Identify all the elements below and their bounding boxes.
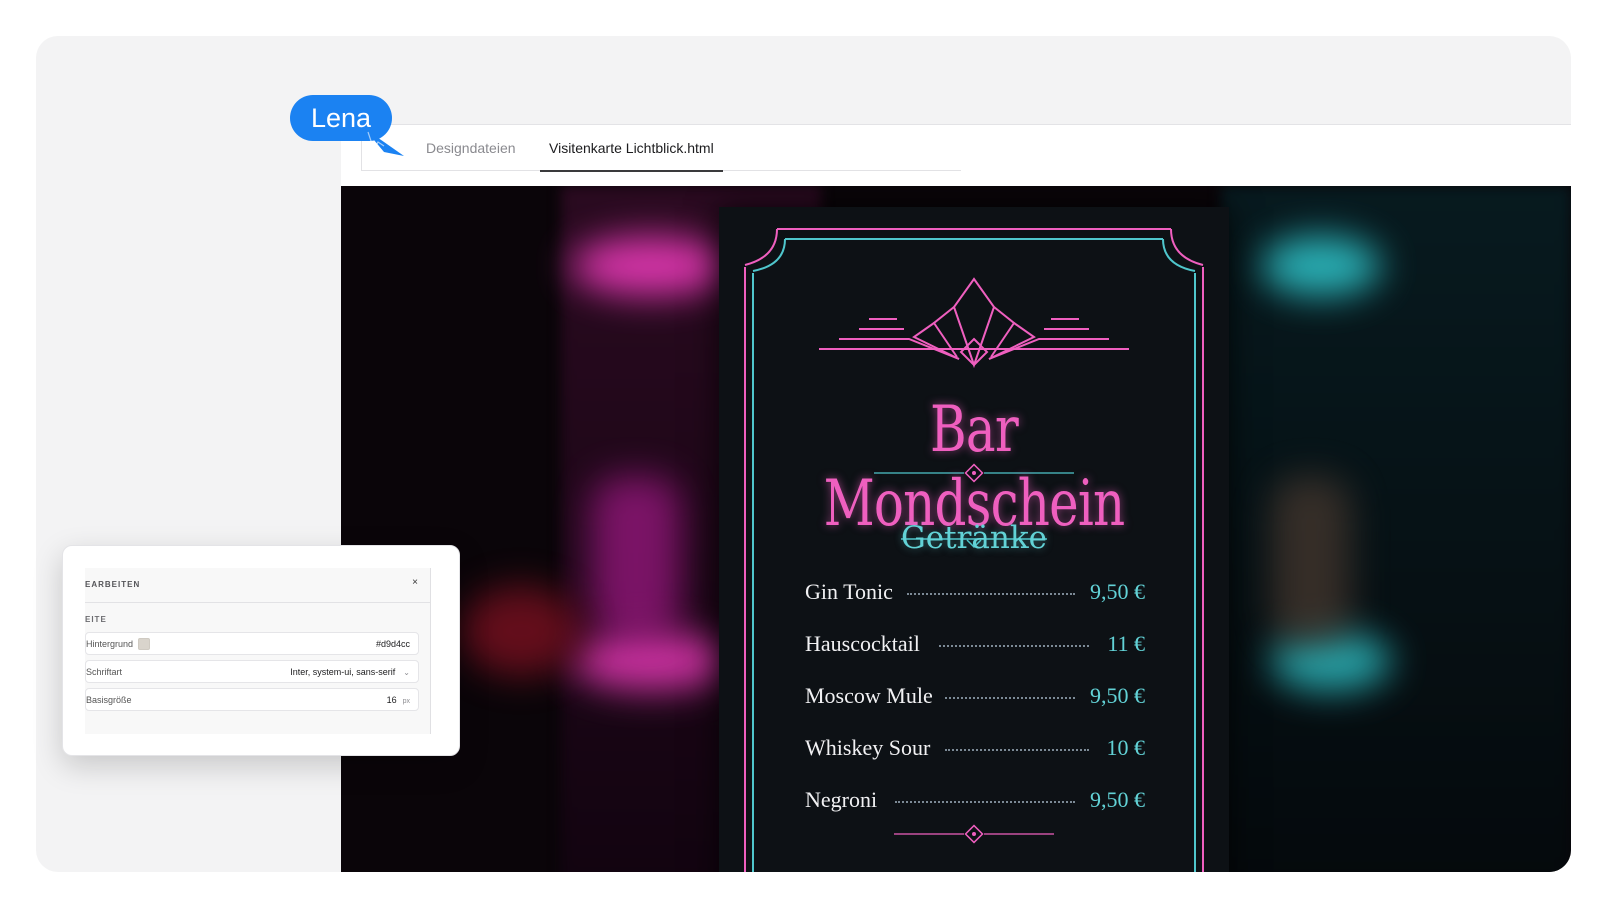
divider xyxy=(85,602,430,603)
font-select[interactable]: Inter, system-ui, sans-serif ⌄ xyxy=(290,667,410,677)
field-label: Schriftart xyxy=(86,667,123,677)
background-field[interactable]: Hintergrund #d9d4cc xyxy=(85,632,419,655)
menu-item-price: 10 € xyxy=(1106,735,1146,760)
menu-subtitle: Getränke xyxy=(901,520,1047,556)
menu-item-dots xyxy=(895,801,1075,803)
menu-item-dots xyxy=(939,645,1089,647)
close-icon[interactable]: × xyxy=(412,577,418,588)
base-size-input[interactable]: 16 px xyxy=(387,695,410,705)
menu-item-price: 9,50 € xyxy=(1090,579,1145,604)
neon-light xyxy=(571,631,731,691)
menu-item: Hauscocktail 11 € xyxy=(805,631,1145,661)
menu-item-name: Whiskey Sour xyxy=(805,735,931,760)
font-field[interactable]: Schriftart Inter, system-ui, sans-serif ⌄ xyxy=(85,660,419,683)
unit-label: px xyxy=(402,698,410,705)
edit-panel-body: EARBEITEN × EITE Hintergrund #d9d4cc Sch… xyxy=(85,568,431,734)
tab-visitenkarte[interactable]: Visitenkarte Lichtblick.html xyxy=(540,125,723,172)
editor-area: Designdateien Visitenkarte Lichtblick.ht… xyxy=(341,124,1571,872)
font-value: Inter, system-ui, sans-serif xyxy=(290,667,396,677)
menu-item: Negroni 9,50 € xyxy=(805,787,1145,817)
design-canvas[interactable]: Bar Mondschein Getränke Gin Tonic 9,50 €… xyxy=(341,186,1571,872)
bottle xyxy=(591,476,681,636)
menu-item-name: Moscow Mule xyxy=(805,683,933,708)
menu-card[interactable]: Bar Mondschein Getränke Gin Tonic 9,50 €… xyxy=(719,207,1229,872)
edit-panel-title: EARBEITEN xyxy=(85,580,141,589)
field-label: Basisgröße xyxy=(86,695,132,705)
background-value[interactable]: #d9d4cc xyxy=(376,639,410,649)
neon-light xyxy=(571,236,731,296)
menu-item-dots xyxy=(907,593,1075,595)
menu-item: Gin Tonic 9,50 € xyxy=(805,579,1145,609)
glass xyxy=(461,586,581,676)
menu-item: Whiskey Sour 10 € xyxy=(805,735,1145,765)
menu-item-name: Negroni xyxy=(805,787,878,812)
menu-item: Moscow Mule 9,50 € xyxy=(805,683,1145,713)
base-size-value: 16 xyxy=(386,695,397,705)
tab-bar: Designdateien Visitenkarte Lichtblick.ht… xyxy=(361,125,961,172)
menu-title: Bar Mondschein xyxy=(823,393,1126,541)
menu-item-dots xyxy=(945,697,1075,699)
bottle xyxy=(1271,476,1351,646)
field-label: Hintergrund xyxy=(86,639,134,649)
menu-item-dots xyxy=(945,749,1089,751)
menu-item-name: Gin Tonic xyxy=(805,579,893,604)
menu-item-price: 9,50 € xyxy=(1090,683,1145,708)
chevron-down-icon: ⌄ xyxy=(403,668,410,677)
tab-designdateien[interactable]: Designdateien xyxy=(426,125,516,171)
section-label: EITE xyxy=(85,615,107,624)
base-size-field[interactable]: Basisgröße 16 px xyxy=(85,688,419,711)
menu-item-price: 11 € xyxy=(1107,631,1145,656)
color-swatch[interactable] xyxy=(138,638,150,650)
edit-panel[interactable]: EARBEITEN × EITE Hintergrund #d9d4cc Sch… xyxy=(62,545,460,756)
menu-item-name: Hauscocktail xyxy=(805,631,920,656)
menu-item-price: 9,50 € xyxy=(1090,787,1145,812)
collaborator-cursor-icon xyxy=(364,128,404,156)
neon-light xyxy=(1261,236,1381,296)
